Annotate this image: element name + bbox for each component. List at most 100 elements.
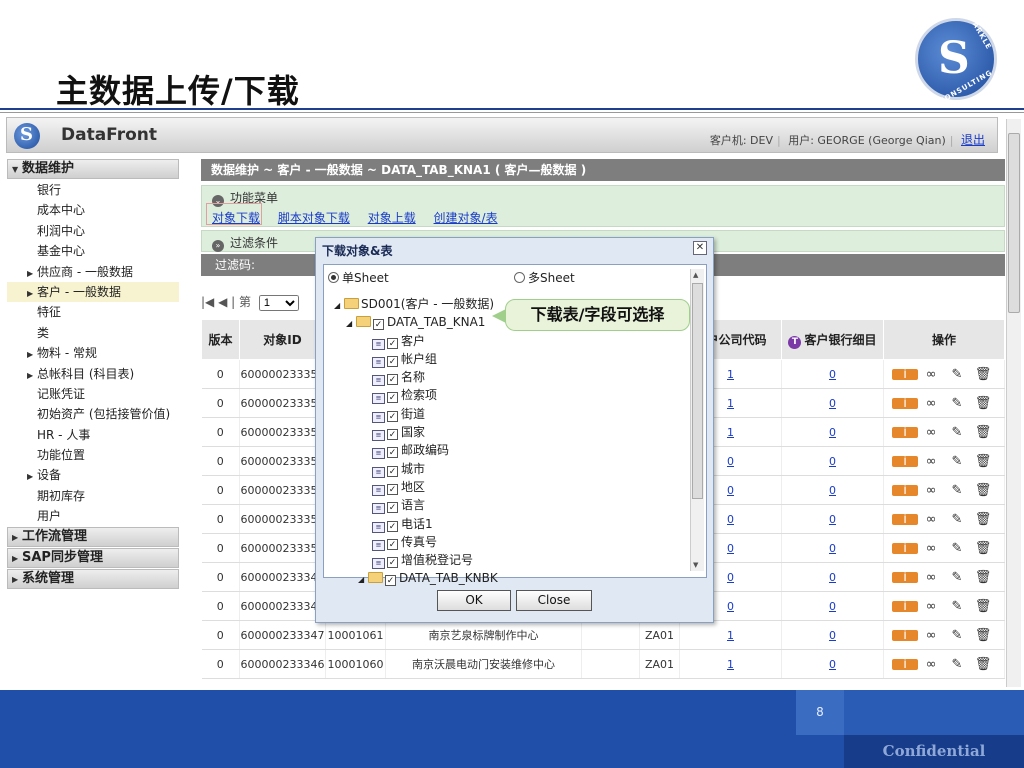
checkbox[interactable]: ✓ bbox=[385, 575, 396, 587]
object-download-link[interactable]: 对象下载 bbox=[212, 211, 260, 225]
sidebar-item-customer[interactable]: ▶ 客户 - 一般数据 bbox=[7, 281, 179, 303]
first-page-icon[interactable]: |◀ bbox=[201, 295, 214, 309]
scroll-down-icon[interactable]: ▼ bbox=[693, 561, 698, 569]
trash-icon[interactable]: 🗑 bbox=[970, 367, 996, 382]
sidebar-item-voucher[interactable]: 记账凭证 bbox=[7, 384, 179, 404]
sidebar-item-equipment[interactable]: ▶ 设备 bbox=[7, 465, 179, 485]
glasses-view-icon[interactable]: ∞ bbox=[918, 512, 944, 527]
glasses-view-icon[interactable]: ∞ bbox=[918, 628, 944, 643]
glasses-view-icon[interactable]: ∞ bbox=[918, 396, 944, 411]
single-sheet-radio[interactable]: 单Sheet bbox=[328, 271, 389, 285]
info-icon[interactable]: i bbox=[892, 657, 918, 672]
info-icon[interactable]: i bbox=[892, 512, 918, 527]
glasses-view-icon[interactable]: ∞ bbox=[918, 599, 944, 614]
info-icon[interactable]: i bbox=[892, 483, 918, 498]
trash-icon[interactable]: 🗑 bbox=[970, 599, 996, 614]
sidebar-item-user[interactable]: 用户 bbox=[7, 506, 179, 526]
edit-pencil-icon[interactable]: ✎ bbox=[944, 483, 970, 498]
checkbox[interactable]: ✓ bbox=[387, 447, 398, 459]
logout-link[interactable]: 退出 bbox=[961, 133, 985, 147]
checkbox[interactable]: ✓ bbox=[387, 355, 398, 367]
trash-icon[interactable]: 🗑 bbox=[970, 570, 996, 585]
glasses-view-icon[interactable]: ∞ bbox=[918, 570, 944, 585]
tree-node-field[interactable]: ≡ ✓ 地区 bbox=[334, 478, 498, 496]
page-scrollbar[interactable] bbox=[1006, 119, 1021, 687]
edit-pencil-icon[interactable]: ✎ bbox=[944, 570, 970, 585]
trash-icon[interactable]: 🗑 bbox=[970, 657, 996, 672]
sidebar-item-initial-asset[interactable]: 初始资产 (包括接管价值) bbox=[7, 404, 179, 424]
trash-icon[interactable]: 🗑 bbox=[970, 396, 996, 411]
bank-details-count-link[interactable]: 0 bbox=[781, 388, 884, 418]
edit-pencil-icon[interactable]: ✎ bbox=[944, 628, 970, 643]
sidebar-item-hr[interactable]: HR - 人事 bbox=[7, 425, 179, 445]
sidebar-item-profit-center[interactable]: 利润中心 bbox=[7, 221, 179, 241]
glasses-view-icon[interactable]: ∞ bbox=[918, 541, 944, 556]
checkbox[interactable]: ✓ bbox=[373, 319, 384, 331]
table-row[interactable]: 0 600000233347 10001061 南京艺泉标牌制作中心 ZA01 1 0 i ∞ ✎… bbox=[201, 620, 1005, 650]
info-icon[interactable]: i bbox=[892, 541, 918, 556]
tree-node-field[interactable]: ≡ ✓ 城市 bbox=[334, 460, 498, 478]
bank-details-count-link[interactable]: 0 bbox=[781, 649, 884, 679]
page-select[interactable]: 1 bbox=[258, 295, 299, 311]
glasses-view-icon[interactable]: ∞ bbox=[918, 367, 944, 382]
checkbox[interactable]: ✓ bbox=[387, 392, 398, 404]
tree-node-table[interactable]: ◢ ✓ DATA_TAB_KNBK bbox=[334, 569, 498, 587]
checkbox[interactable]: ✓ bbox=[387, 502, 398, 514]
dialog-scrollbar[interactable]: ▲ ▼ bbox=[690, 269, 704, 571]
checkbox[interactable]: ✓ bbox=[387, 374, 398, 386]
bank-details-count-link[interactable]: 0 bbox=[781, 504, 884, 534]
glasses-view-icon[interactable]: ∞ bbox=[918, 454, 944, 469]
tree-node-root[interactable]: ◢ SD001(客户 - 一般数据) bbox=[334, 295, 498, 313]
bank-details-count-link[interactable]: 0 bbox=[781, 446, 884, 476]
script-object-download-link[interactable]: 脚本对象下载 bbox=[278, 211, 350, 225]
company-code-count-link[interactable]: 1 bbox=[679, 649, 782, 679]
tree-node-field[interactable]: ≡ ✓ 电话1 bbox=[334, 515, 498, 533]
tree-node-field[interactable]: ≡ ✓ 国家 bbox=[334, 423, 498, 442]
sidebar-section-system[interactable]: ▶ 系统管理 bbox=[7, 568, 179, 589]
checkbox[interactable]: ✓ bbox=[387, 465, 398, 477]
bank-details-count-link[interactable]: 0 bbox=[781, 620, 884, 650]
edit-pencil-icon[interactable]: ✎ bbox=[944, 657, 970, 672]
sidebar-item-fund-center[interactable]: 基金中心 bbox=[7, 241, 179, 261]
tree-node-field[interactable]: ≡ ✓ 传真号 bbox=[334, 533, 498, 551]
tree-node-field[interactable]: ≡ ✓ 名称 bbox=[334, 368, 498, 387]
checkbox[interactable]: ✓ bbox=[387, 410, 398, 422]
info-icon[interactable]: i bbox=[892, 367, 918, 382]
tree-node-field[interactable]: ≡ ✓ 邮政编码 bbox=[334, 441, 498, 460]
info-icon[interactable]: i bbox=[892, 628, 918, 643]
scroll-up-icon[interactable]: ▲ bbox=[693, 271, 698, 279]
multi-sheet-radio[interactable]: 多Sheet bbox=[514, 269, 575, 286]
tree-node-field[interactable]: ≡ ✓ 语言 bbox=[334, 496, 498, 515]
dialog-scroll-thumb[interactable] bbox=[692, 283, 703, 499]
edit-pencil-icon[interactable]: ✎ bbox=[944, 599, 970, 614]
tree-node-field[interactable]: ≡ ✓ 街道 bbox=[334, 405, 498, 423]
checkbox[interactable]: ✓ bbox=[387, 429, 398, 441]
info-icon[interactable]: i bbox=[892, 454, 918, 469]
bank-details-count-link[interactable]: 0 bbox=[781, 417, 884, 447]
edit-pencil-icon[interactable]: ✎ bbox=[944, 512, 970, 527]
tree-node-field[interactable]: ≡ ✓ 检索项 bbox=[334, 386, 498, 405]
info-icon[interactable]: i bbox=[892, 570, 918, 585]
sidebar-section-data-maintenance[interactable]: ▼ 数据维护 bbox=[7, 159, 179, 179]
bank-details-count-link[interactable]: 0 bbox=[781, 591, 884, 621]
close-icon[interactable]: ✕ bbox=[693, 241, 707, 255]
filter-title[interactable]: » 过滤条件 bbox=[212, 234, 278, 252]
table-row[interactable]: 0 600000233346 10001060 南京沃晨电动门安装维修中心 ZA01 1 0… bbox=[201, 649, 1005, 679]
bank-details-count-link[interactable]: 0 bbox=[781, 562, 884, 592]
sidebar-item-gl-account[interactable]: ▶ 总帐科目 (科目表) bbox=[7, 364, 179, 384]
glasses-view-icon[interactable]: ∞ bbox=[918, 425, 944, 440]
glasses-view-icon[interactable]: ∞ bbox=[918, 483, 944, 498]
info-icon[interactable]: i bbox=[892, 425, 918, 440]
tree-node-field[interactable]: ≡ ✓ 增值税登记号 bbox=[334, 551, 498, 570]
sidebar-item-class[interactable]: 类 bbox=[7, 323, 179, 343]
create-object-link[interactable]: 创建对象/表 bbox=[434, 211, 498, 225]
object-upload-link[interactable]: 对象上载 bbox=[368, 211, 416, 225]
sidebar-item-cost-center[interactable]: 成本中心 bbox=[7, 200, 179, 220]
ok-button[interactable]: OK bbox=[437, 590, 511, 611]
sidebar-item-material[interactable]: ▶ 物料 - 常规 bbox=[7, 343, 179, 363]
edit-pencil-icon[interactable]: ✎ bbox=[944, 367, 970, 382]
info-icon[interactable]: i bbox=[892, 599, 918, 614]
prev-page-icon[interactable]: ◀ bbox=[218, 295, 227, 309]
info-icon[interactable]: i bbox=[892, 396, 918, 411]
sidebar-item-vendor[interactable]: ▶ 供应商 - 一般数据 bbox=[7, 262, 179, 282]
